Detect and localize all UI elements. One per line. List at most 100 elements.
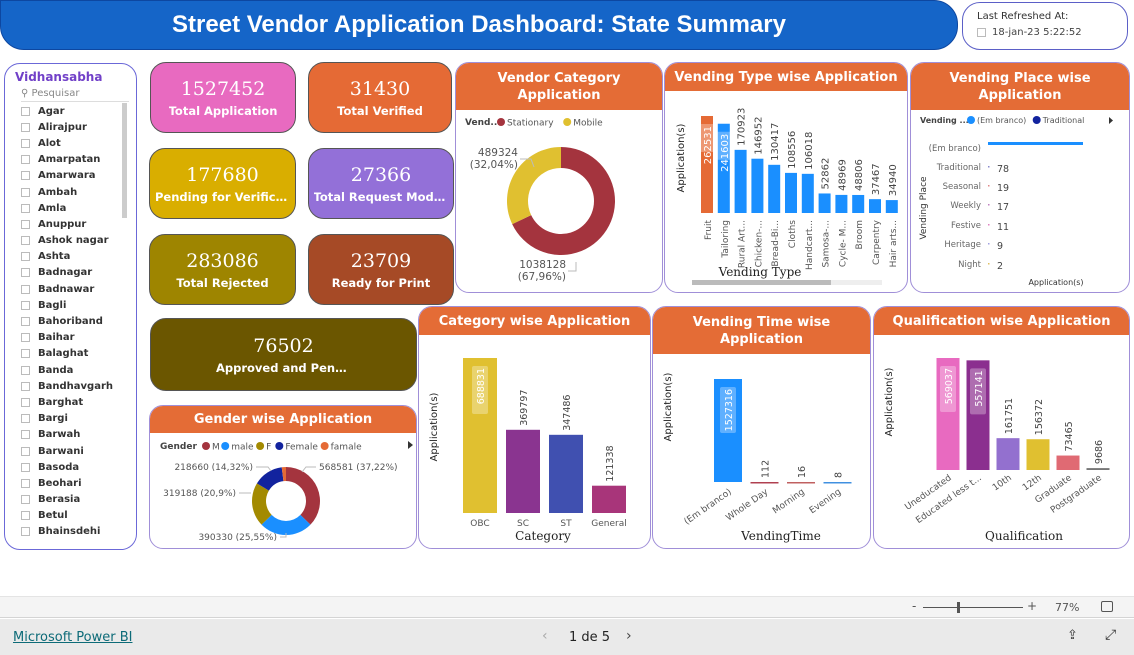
slicer-item[interactable]: Anuppur [15,216,127,232]
slicer-item[interactable]: Bandhavgarh [15,378,127,394]
checkbox[interactable] [21,155,30,165]
zoom-level: 77% [1055,601,1080,614]
bar [1026,439,1050,470]
fullscreen-icon[interactable]: ⤢ [1105,627,1116,643]
slicer-item[interactable]: Agar [15,103,127,119]
data-label: 569037 [944,368,955,404]
slicer-item-label: Amla [38,202,67,214]
data-label: 2 [997,261,1003,272]
checkbox[interactable] [21,478,30,488]
slicer-item[interactable]: Badnawar [15,281,127,297]
slicer-item[interactable]: Ashta [15,249,127,265]
checkbox[interactable] [21,106,30,116]
checkbox[interactable] [21,300,30,310]
bar [988,204,990,206]
slicer-scrollbar[interactable] [122,103,127,218]
slicer-item[interactable]: Ashok nagar [15,233,127,249]
zoom-slider-handle[interactable] [957,602,960,613]
legend-next-icon[interactable] [1109,117,1113,124]
slicer-item[interactable]: Bahoriband [15,313,127,329]
prev-page-icon[interactable]: ‹ [542,628,548,644]
checkbox[interactable] [21,414,30,424]
zoom-in-button[interactable]: + [1027,599,1037,613]
checkbox[interactable] [21,462,30,472]
data-label: 241603 [720,134,731,172]
zoom-bar: - + 77% [0,596,1134,618]
kpi-card: 27366 Total Request Modification [308,148,454,219]
slicer-item[interactable]: Alirajpur [15,119,127,135]
checkbox[interactable] [21,138,30,148]
slicer-item[interactable]: Barwah [15,427,127,443]
slicer-item[interactable]: Basoda [15,459,127,475]
data-label: 568581 (37,22%) [319,463,398,473]
fit-page-icon[interactable] [1101,601,1113,612]
slicer-item[interactable]: Bagli [15,297,127,313]
data-label: 319188 (20,9%) [163,489,236,499]
refresh-checkbox[interactable] [977,28,986,37]
checkbox[interactable] [21,333,30,343]
bar [835,194,848,213]
slicer-item[interactable]: Badnagar [15,265,127,281]
data-label: 121338 [605,445,616,481]
x-tick-label: Hair arts... [889,220,899,267]
slicer-item-label: Badnawar [38,283,95,295]
x-axis-title: Application(s) [1028,278,1083,287]
checkbox[interactable] [21,219,30,229]
y-axis-title: Vending Place [919,176,929,240]
slicer-item[interactable]: Barghat [15,394,127,410]
checkbox[interactable] [21,365,30,375]
slicer-item[interactable]: Berasia [15,492,127,508]
checkbox[interactable] [21,511,30,521]
checkbox[interactable] [21,527,30,537]
slicer-item[interactable]: Amarpatan [15,152,127,168]
checkbox[interactable] [21,268,30,278]
slicer-item[interactable]: Beohari [15,475,127,491]
slicer-item[interactable]: Amarwara [15,168,127,184]
checkbox[interactable] [21,122,30,132]
checkbox[interactable] [21,203,30,213]
checkbox[interactable] [21,430,30,440]
checkbox[interactable] [21,284,30,294]
bar [988,224,990,226]
share-icon[interactable]: ⇪ [1067,628,1078,643]
vendor-category-panel: Vendor Category Application Vend... Statio… [455,62,663,293]
checkbox[interactable] [21,187,30,197]
slicer-item[interactable]: Alot [15,135,127,151]
slicer-item-label: Alot [38,137,61,149]
checkbox[interactable] [21,236,30,246]
slicer-item[interactable]: Amla [15,200,127,216]
checkbox[interactable] [21,495,30,505]
checkbox[interactable] [21,397,30,407]
legend-label: M [212,443,220,453]
zoom-slider[interactable] [923,607,1023,608]
bar [1086,468,1110,470]
powerbi-link[interactable]: Microsoft Power BI [13,630,132,645]
slicer-item[interactable]: Barwani [15,443,127,459]
checkbox[interactable] [21,171,30,181]
data-label: 489324 [478,147,518,159]
zoom-out-button[interactable]: - [912,599,916,613]
slicer-item-label: Bandhavgarh [38,380,113,392]
slicer-item[interactable]: Bargi [15,411,127,427]
next-page-icon[interactable]: › [626,628,632,644]
data-label: 48969 [837,159,848,191]
slicer-item[interactable]: Balaghat [15,346,127,362]
bar [768,164,781,213]
checkbox[interactable] [21,446,30,456]
horizontal-scrollbar[interactable] [692,280,831,285]
slicer-item[interactable]: Ambah [15,184,127,200]
slicer-item[interactable]: Banda [15,362,127,378]
checkbox[interactable] [21,252,30,262]
slicer-item[interactable]: Baihar [15,330,127,346]
legend-next-icon[interactable] [408,441,413,449]
data-label: (32,04%) [470,159,518,171]
slicer-title: Vidhansabha [15,70,103,84]
checkbox[interactable] [21,317,30,327]
slicer-item-label: Betul [38,510,68,522]
checkbox[interactable] [21,381,30,391]
slicer-search-input[interactable]: ⚲ Pesquisar [21,88,129,102]
slicer-item[interactable]: Betul [15,508,127,524]
panel-title: Category wise Application [419,307,650,335]
slicer-item[interactable]: Bhainsdehi [15,524,127,540]
checkbox[interactable] [21,349,30,359]
